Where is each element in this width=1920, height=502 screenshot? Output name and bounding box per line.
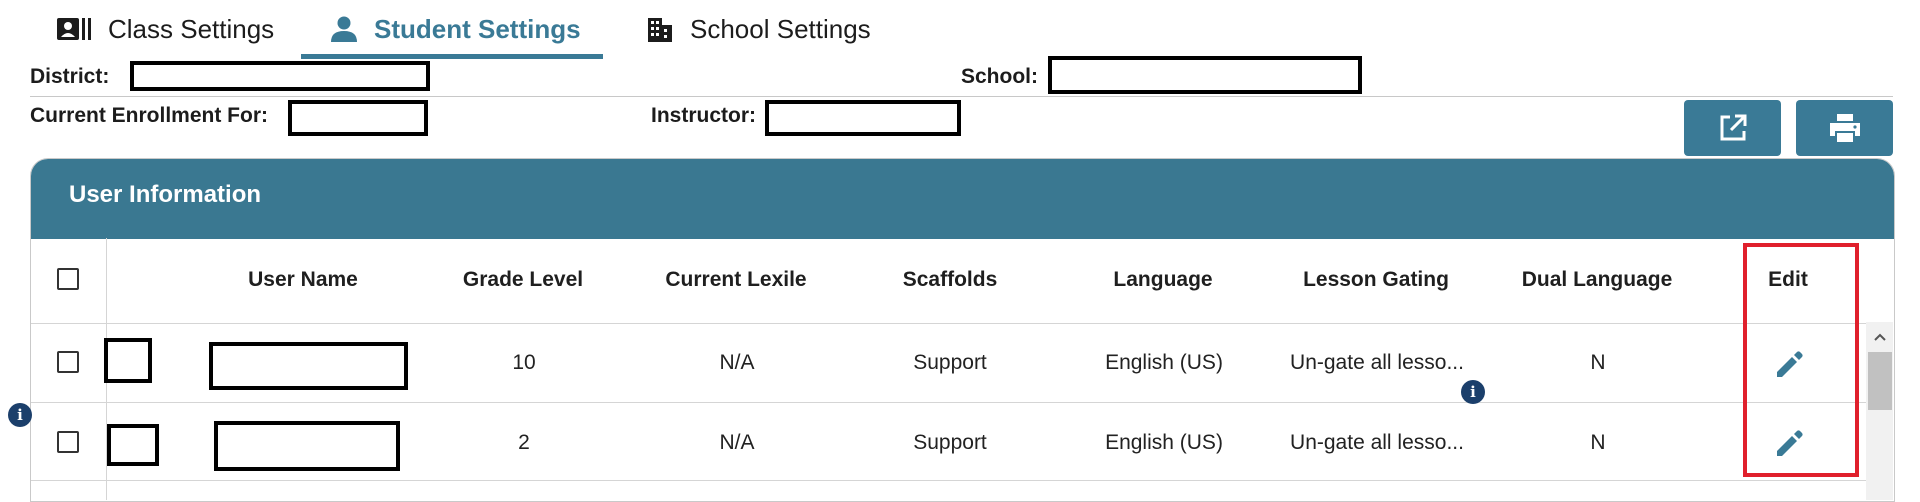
tab-school-settings[interactable]: School Settings — [646, 0, 871, 58]
grade-level-cell: 2 — [518, 431, 530, 454]
current-lexile-cell: N/A — [719, 351, 755, 374]
external-link-icon — [1720, 114, 1746, 141]
header-row-divider — [31, 323, 1893, 324]
user-name-redacted — [214, 421, 400, 471]
row-select-checkbox[interactable] — [57, 351, 79, 373]
scaffolds-cell: Support — [913, 431, 987, 454]
district-label: District: — [30, 65, 110, 88]
avatar-redacted — [107, 424, 159, 466]
contact-card-icon — [57, 18, 91, 40]
lesson-gating-cell: Un-gate all lesso... — [1290, 351, 1464, 374]
tab-class-settings[interactable]: Class Settings — [56, 0, 274, 58]
person-icon — [331, 16, 357, 42]
print-button[interactable] — [1796, 100, 1893, 156]
tab-label: School Settings — [690, 13, 871, 44]
pencil-icon — [1777, 430, 1803, 456]
column-header-grade-level[interactable]: Grade Level — [463, 268, 583, 292]
export-button[interactable] — [1684, 100, 1781, 156]
column-header-user-name[interactable]: User Name — [248, 268, 358, 292]
panel-title: User Information — [69, 181, 262, 208]
tab-label: Class Settings — [108, 13, 275, 44]
row-divider — [31, 402, 1866, 403]
panel-header — [31, 159, 1894, 239]
row-divider — [31, 480, 1866, 481]
dual-language-cell: N — [1590, 431, 1606, 454]
tab-label: Student Settings — [374, 13, 581, 44]
column-header-scaffolds[interactable]: Scaffolds — [903, 268, 998, 292]
scaffolds-cell: Support — [913, 351, 987, 374]
info-icon[interactable]: i — [8, 403, 32, 427]
enrollment-label: Current Enrollment For: — [30, 104, 269, 127]
pencil-icon — [1777, 351, 1803, 377]
printer-icon — [1829, 114, 1860, 142]
instructor-label: Instructor: — [651, 104, 756, 127]
column-header-dual-language[interactable]: Dual Language — [1522, 268, 1673, 292]
scroll-up-arrow[interactable] — [1868, 325, 1892, 349]
lesson-gating-cell: Un-gate all lesso... — [1290, 431, 1464, 454]
language-cell: English (US) — [1105, 431, 1223, 454]
header-divider — [30, 96, 1893, 97]
row-select-checkbox[interactable] — [57, 431, 79, 453]
info-icon[interactable]: i — [1461, 380, 1485, 404]
avatar-redacted — [104, 338, 152, 383]
current-lexile-cell: N/A — [719, 431, 755, 454]
edit-button[interactable] — [1774, 350, 1804, 385]
active-tab-indicator — [301, 54, 603, 59]
language-cell: English (US) — [1105, 351, 1223, 374]
instructor-value-redacted — [765, 100, 961, 136]
column-header-current-lexile[interactable]: Current Lexile — [665, 268, 806, 292]
column-header-lesson-gating[interactable]: Lesson Gating — [1303, 268, 1449, 292]
chevron-up-icon — [1874, 333, 1886, 341]
edit-button[interactable] — [1774, 429, 1804, 464]
user-name-redacted — [209, 342, 408, 390]
grade-level-cell: 10 — [512, 351, 536, 374]
enrollment-value-redacted — [288, 100, 428, 136]
district-value-redacted — [130, 61, 430, 91]
column-header-language[interactable]: Language — [1113, 268, 1212, 292]
building-icon — [648, 18, 672, 42]
school-label: School: — [961, 65, 1038, 88]
select-all-checkbox[interactable] — [57, 268, 79, 290]
column-header-edit: Edit — [1768, 268, 1808, 291]
school-value-redacted — [1048, 56, 1362, 94]
tab-student-settings[interactable]: Student Settings — [330, 0, 581, 58]
dual-language-cell: N — [1590, 351, 1606, 374]
scrollbar-thumb[interactable] — [1868, 352, 1892, 410]
